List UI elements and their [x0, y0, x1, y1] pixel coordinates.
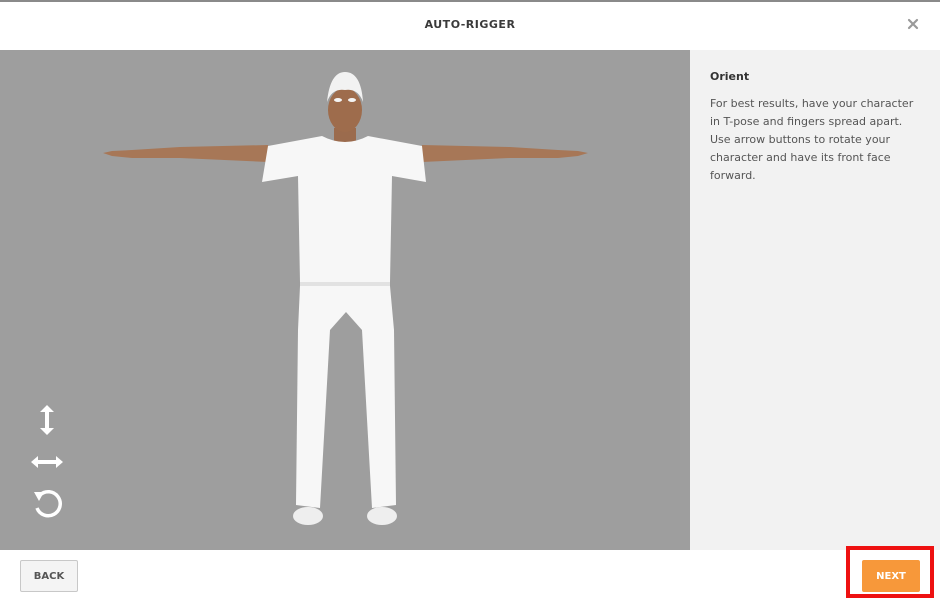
panel-heading: Orient [710, 70, 750, 83]
horizontal-move-icon[interactable] [28, 444, 66, 480]
back-button[interactable]: BACK [20, 560, 78, 592]
character-model [103, 72, 588, 525]
vertical-move-icon[interactable] [28, 402, 66, 438]
3d-viewport[interactable] [0, 50, 690, 550]
dialog-footer: BACK NEXT [0, 546, 940, 602]
next-button[interactable]: NEXT [862, 560, 920, 592]
viewport-tools [28, 402, 66, 528]
panel-description: For best results, have your character in… [710, 97, 914, 182]
instructions-panel: Orient For best results, have your chara… [690, 50, 940, 550]
rotate-icon[interactable] [28, 486, 66, 522]
close-icon[interactable] [906, 17, 920, 31]
dialog-header: AUTO-RIGGER [0, 2, 940, 50]
dialog-title: AUTO-RIGGER [424, 18, 516, 31]
